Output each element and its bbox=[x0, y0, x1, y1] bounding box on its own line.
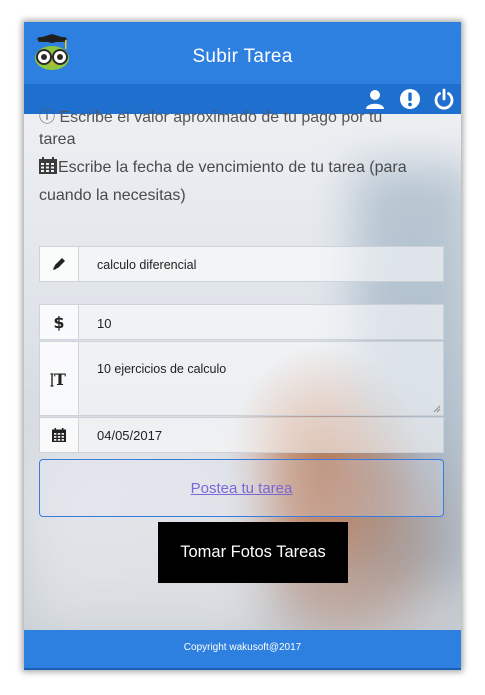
description-row: T 10 ejercicios de calculo bbox=[39, 341, 444, 416]
instruction-due-date-text: Escribe la fecha de vencimiento de tu ta… bbox=[39, 159, 407, 204]
pencil-icon bbox=[53, 258, 65, 270]
post-homework-button[interactable]: Postea tu tarea bbox=[39, 459, 444, 517]
instruction-due-date: Escribe la fecha de vencimiento de tu ta… bbox=[39, 154, 449, 210]
due-date-row bbox=[39, 417, 444, 453]
description-textarea[interactable]: 10 ejercicios de calculo bbox=[97, 362, 427, 402]
calendar-icon bbox=[52, 428, 66, 442]
price-input[interactable] bbox=[97, 316, 427, 331]
dollar-icon: $ bbox=[53, 313, 64, 331]
footer-bottom-bar bbox=[24, 668, 461, 670]
price-addon: $ bbox=[40, 305, 79, 339]
subject-input[interactable] bbox=[97, 258, 427, 272]
svg-text:$: $ bbox=[53, 313, 64, 331]
copyright-text: Copyright wakusoft@2017 bbox=[183, 642, 302, 653]
calendar-icon bbox=[39, 157, 57, 174]
info-icon[interactable] bbox=[398, 87, 422, 111]
page-title: Subir Tarea bbox=[192, 46, 293, 67]
due-date-input[interactable] bbox=[97, 428, 427, 443]
app-header: Subir Tarea bbox=[24, 22, 461, 84]
subject-addon bbox=[40, 247, 79, 281]
resize-handle-icon[interactable] bbox=[433, 405, 441, 413]
svg-text:T: T bbox=[54, 370, 66, 388]
price-row: $ bbox=[39, 304, 444, 340]
app-footer: Copyright wakusoft@2017 bbox=[24, 630, 461, 668]
power-icon[interactable] bbox=[432, 87, 456, 111]
instruction-line: tarea bbox=[39, 131, 76, 148]
due-date-addon bbox=[40, 418, 79, 452]
app-frame: Subir Tarea ⓘ Escribe el valor aproximad… bbox=[24, 22, 461, 670]
post-homework-link[interactable]: Postea tu tarea bbox=[191, 480, 293, 497]
text-height-icon: T bbox=[50, 370, 66, 388]
description-addon: T bbox=[40, 342, 79, 415]
subject-row bbox=[39, 246, 444, 282]
cut-off-instruction: ⓘ Escribe el valor aproximado de tu pago… bbox=[39, 109, 383, 126]
take-photos-button[interactable]: Tomar Fotos Tareas bbox=[158, 522, 348, 583]
